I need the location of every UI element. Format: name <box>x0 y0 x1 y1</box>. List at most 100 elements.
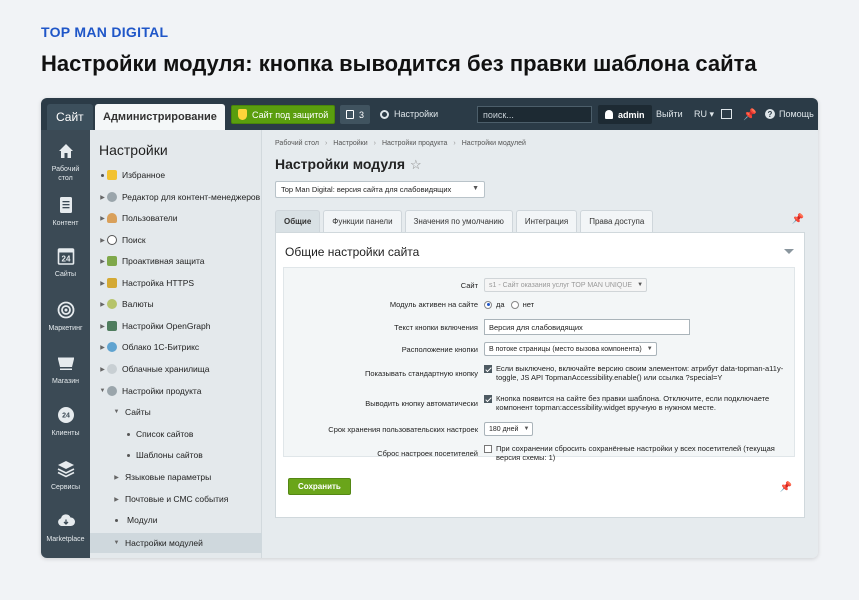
tab-defaults[interactable]: Значения по умолчанию <box>404 210 513 232</box>
lock-icon <box>107 278 117 288</box>
tab-access-rights[interactable]: Права доступа <box>580 210 654 232</box>
save-button[interactable]: Сохранить <box>288 478 351 495</box>
site-select[interactable]: s1 - Сайт оказания услуг TOP MAN UNIQUE ▼ <box>484 278 648 292</box>
menu-item-favorites[interactable]: Избранное <box>90 165 262 185</box>
pin-icon[interactable]: 📌 <box>780 482 792 493</box>
panel-toggle-icon[interactable] <box>721 109 732 119</box>
target-icon <box>57 301 74 319</box>
menu-item-label: Модули <box>127 515 158 525</box>
rail-item-shop[interactable]: Магазин <box>41 354 90 386</box>
rail-item-content[interactable]: Контент <box>41 196 90 228</box>
logout-link[interactable]: Выйти <box>656 98 683 130</box>
help-link[interactable]: ? Помощь <box>765 98 814 130</box>
menu-item-site-list[interactable]: Список сайтов <box>90 424 262 444</box>
rail-item-marketplace[interactable]: Marketplace <box>41 512 90 544</box>
menu-item-languages[interactable]: ▶ Языковые параметры <box>90 467 262 487</box>
user-menu-button[interactable]: admin <box>598 105 652 124</box>
rail-item-clients[interactable]: 24 Клиенты <box>41 406 90 438</box>
breadcrumb-item[interactable]: Настройки <box>333 140 367 147</box>
tab-panel-functions[interactable]: Функции панели <box>323 210 402 232</box>
active-no-radio[interactable] <box>510 300 519 309</box>
site-select-value: s1 - Сайт оказания услуг TOP MAN UNIQUE <box>489 281 633 289</box>
cloud-icon <box>107 342 117 352</box>
menu-item-label: Избранное <box>122 170 166 180</box>
menu-item-currencies[interactable]: ▶ Валюты <box>90 294 262 314</box>
gear-icon <box>380 109 389 119</box>
row-active: Модуль активен на сайте да нет <box>284 300 796 309</box>
search-input[interactable]: поиск... <box>477 106 592 123</box>
menu-item-search[interactable]: ▶ Поиск <box>90 230 262 250</box>
chevron-right-icon: ▶ <box>114 474 119 481</box>
site-secure-label: Сайт под защитой <box>252 109 329 120</box>
menu-item-users[interactable]: ▶ Пользователи <box>90 208 262 228</box>
gear-icon <box>107 386 117 396</box>
menu-item-label: Редактор для контент-менеджеров <box>122 192 261 202</box>
menu-item-cloud-storage[interactable]: ▶ Облачные хранилища <box>90 359 262 379</box>
chevron-right-icon: ▶ <box>100 301 105 308</box>
rail-label: Marketplace <box>46 536 85 543</box>
menu-item-https[interactable]: ▶ Настройка HTTPS <box>90 273 262 293</box>
chevron-down-icon: ▼ <box>523 426 530 432</box>
chevron-right-icon: ▶ <box>100 280 105 287</box>
menu-item-product-settings[interactable]: ▼ Настройки продукта <box>90 381 262 401</box>
settings-menu: Настройки Избранное ▶ Редактор для контен… <box>90 130 262 558</box>
pin-icon[interactable]: 📌 <box>743 98 757 130</box>
module-select[interactable]: Top Man Digital: версия сайта для слабов… <box>275 181 485 198</box>
rail-item-marketing[interactable]: Маркетинг <box>41 301 90 333</box>
tab-general[interactable]: Общие <box>275 210 321 232</box>
settings-card: Общие настройки сайта Сайт s1 - Сайт ока… <box>275 232 805 518</box>
coin-icon <box>107 299 117 309</box>
rail-item-services[interactable]: Сервисы <box>41 460 90 492</box>
breadcrumb-separator: › <box>453 140 456 147</box>
active-yes-radio[interactable] <box>484 300 492 309</box>
shield-icon <box>107 256 117 266</box>
reset-checkbox[interactable] <box>484 445 492 453</box>
chevron-right-icon: ▶ <box>100 323 105 330</box>
row-storage: Срок хранения пользовательских настроек … <box>284 422 796 436</box>
button-text-input[interactable]: Версия для слабовидящих <box>484 319 690 335</box>
main-content: Рабочий стол › Настройки › Настройки проду… <box>263 130 818 558</box>
headline: Настройки модуля: кнопка выводится без п… <box>41 51 757 76</box>
favorite-star-icon[interactable]: ☆ <box>410 157 422 173</box>
calendar-day: 24 <box>61 255 70 264</box>
pin-icon[interactable]: 📌 <box>792 214 804 225</box>
site-secure-button[interactable]: Сайт под защитой <box>231 105 336 124</box>
position-select[interactable]: В потоке страницы (место вызова компонен… <box>484 342 657 356</box>
menu-item-opengraph[interactable]: ▶ Настройки OpenGraph <box>90 316 262 336</box>
row-button-text: Текст кнопки включения Версия для слабов… <box>284 319 796 335</box>
section-title: Общие настройки сайта <box>285 245 420 259</box>
tab-integration[interactable]: Интеграция <box>515 210 578 232</box>
search-icon <box>107 235 117 245</box>
tab-administration[interactable]: Администрирование <box>95 104 225 130</box>
storage-select[interactable]: 180 дней ▼ <box>484 422 534 436</box>
collapse-triangle-icon[interactable] <box>784 249 794 254</box>
breadcrumb-item[interactable]: Рабочий стол <box>275 140 319 147</box>
rail-item-desktop[interactable]: Рабочий стол <box>41 142 90 183</box>
chevron-right-icon: ▶ <box>100 366 105 373</box>
cloud-icon <box>57 514 75 526</box>
menu-item-proactive[interactable]: ▶ Проактивная защита <box>90 251 262 271</box>
menu-item-cloud-bitrix[interactable]: ▶ Облако 1С-Битрикс <box>90 337 262 357</box>
rail-item-sites[interactable]: 24 Сайты <box>41 247 90 279</box>
auto-output-checkbox[interactable] <box>484 395 492 403</box>
auto-output-desc: Кнопка появится на сайте без правки шабл… <box>496 394 770 412</box>
rail-label: Маркетинг <box>48 325 83 332</box>
notification-icon <box>346 110 354 119</box>
menu-item-module-settings[interactable]: ▼ Настройки модулей <box>90 533 262 553</box>
menu-item-modules[interactable]: Модули <box>90 510 262 530</box>
settings-link[interactable]: Настройки <box>380 98 438 130</box>
home-icon <box>58 144 73 158</box>
menu-item-site-templates[interactable]: Шаблоны сайтов <box>90 445 262 465</box>
show-standard-checkbox[interactable] <box>484 365 492 373</box>
star-icon <box>107 170 117 180</box>
language-switcher[interactable]: RU ▾ <box>694 98 714 130</box>
breadcrumb-item[interactable]: Настройки модулей <box>462 140 526 147</box>
menu-item-mail-events[interactable]: ▶ Почтовые и СМС события <box>90 489 262 509</box>
user-icon <box>605 110 613 119</box>
tab-site[interactable]: Сайт <box>47 104 93 130</box>
show-standard-label: Показывать стандартную кнопку <box>364 368 478 378</box>
menu-item-sites[interactable]: ▼ Сайты <box>90 402 262 422</box>
menu-item-content-editor[interactable]: ▶ Редактор для контент-менеджеров <box>90 187 262 207</box>
breadcrumb-item[interactable]: Настройки продукта <box>382 140 447 147</box>
notifications-button[interactable]: 3 <box>340 105 371 124</box>
